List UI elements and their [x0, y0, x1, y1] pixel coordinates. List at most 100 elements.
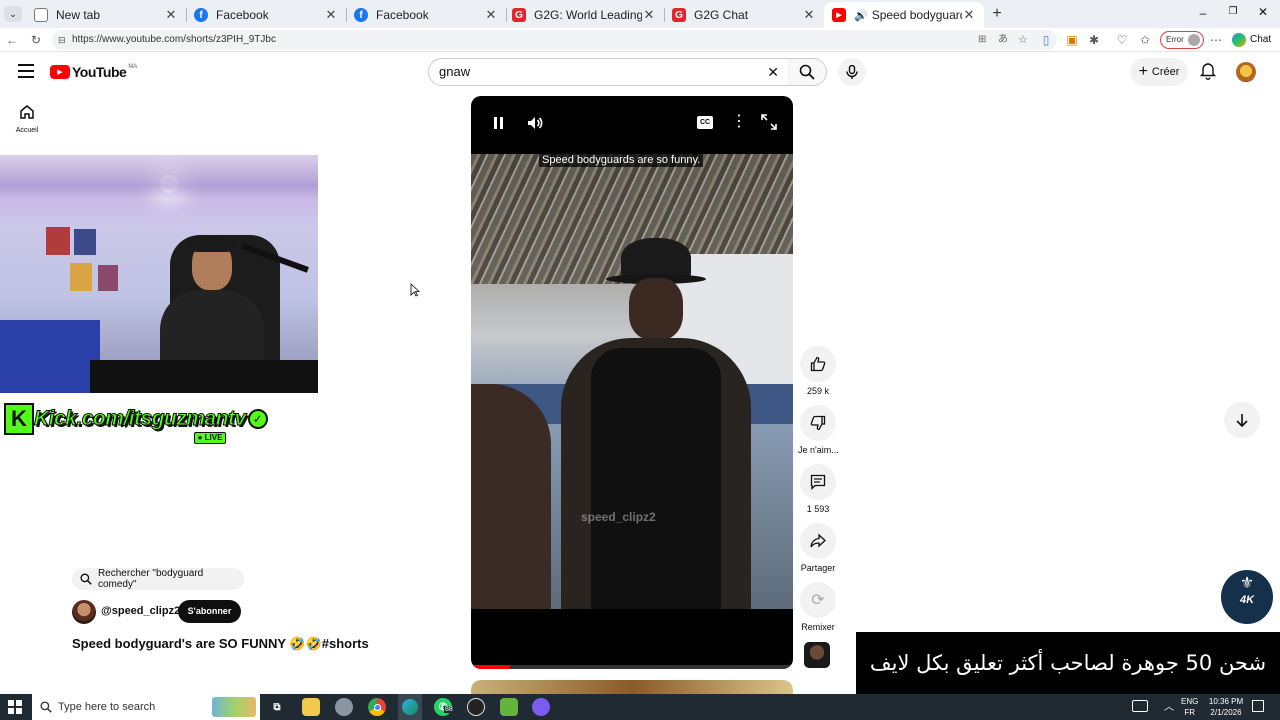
dislike-action[interactable]: Je n'aim...: [798, 405, 839, 455]
ceiling-molding: [0, 155, 318, 199]
shorts-video-player[interactable]: speed_clipz2 Speed bodyguards are so fun…: [471, 96, 793, 669]
subscribe-button[interactable]: S'abonner: [178, 600, 241, 623]
app-available-icon[interactable]: ⊞: [978, 30, 986, 50]
remix-button[interactable]: ⟳: [800, 582, 836, 618]
chrome-icon[interactable]: [368, 698, 386, 716]
channel-name[interactable]: @speed_clipz2: [101, 605, 180, 617]
cc-icon: CC: [699, 119, 711, 126]
menu-icon[interactable]: [18, 64, 34, 78]
browser-toolbar: ← ↻ ⊟ https://www.youtube.com/shorts/z3P…: [0, 28, 1280, 52]
extension-bag-icon[interactable]: ▣: [1064, 32, 1080, 48]
favorites-icon[interactable]: ✩: [1137, 32, 1153, 48]
start-button[interactable]: [8, 700, 22, 714]
extension-doc-icon[interactable]: ▯: [1038, 32, 1054, 48]
close-icon[interactable]: ✕: [962, 7, 976, 23]
clear-search-icon[interactable]: ✕: [767, 59, 779, 85]
comments-button[interactable]: [800, 464, 836, 500]
account-avatar[interactable]: [1236, 62, 1256, 82]
fullscreen-button[interactable]: [761, 114, 777, 130]
youtube-logo[interactable]: ▶ YouTube MA: [50, 64, 137, 80]
app-green-icon[interactable]: [500, 698, 518, 716]
copilot-chat-button[interactable]: Chat: [1232, 32, 1271, 48]
tab-g2g-market[interactable]: G G2G: World Leading Digital Marke ✕: [504, 2, 664, 28]
tab-title: Facebook: [376, 8, 429, 22]
facebook-icon: f: [194, 8, 208, 22]
discord-icon[interactable]: [532, 698, 550, 716]
create-button[interactable]: + Créer: [1130, 58, 1188, 86]
volume-button[interactable]: [526, 114, 544, 132]
search-input[interactable]: gnaw ✕: [428, 58, 788, 86]
pause-button[interactable]: [489, 114, 507, 132]
more-menu-icon[interactable]: ⋯: [1208, 32, 1224, 48]
wall-posters: [46, 227, 122, 293]
restore-button[interactable]: ❐: [1226, 6, 1240, 20]
translate-icon[interactable]: あ: [998, 30, 1008, 50]
search-suggestion-chip[interactable]: Rechercher "bodyguard comedy": [72, 568, 244, 590]
player-more-button[interactable]: ⋮: [731, 114, 747, 132]
volume-icon: [528, 117, 543, 129]
home-icon: [20, 105, 34, 119]
language-indicator[interactable]: ENG FR: [1181, 696, 1198, 718]
region-code: MA: [128, 64, 138, 70]
taskbar-search-box[interactable]: Type here to search: [32, 694, 260, 720]
site-info-icon[interactable]: ⊟: [58, 30, 66, 50]
close-icon[interactable]: ✕: [324, 7, 338, 23]
comments-action[interactable]: 1 593: [798, 464, 838, 514]
edge-icon[interactable]: [398, 694, 422, 720]
notifications-icon[interactable]: [1252, 700, 1264, 712]
remix-label: Remixer: [801, 622, 835, 632]
share-action[interactable]: Partager: [798, 523, 838, 573]
share-label: Partager: [800, 563, 836, 573]
back-icon[interactable]: ←: [4, 32, 20, 48]
reload-icon[interactable]: ↻: [28, 32, 44, 48]
foreground-figure: [471, 384, 551, 609]
minimize-button[interactable]: –: [1196, 6, 1210, 20]
browser-essentials-icon[interactable]: ♡: [1114, 32, 1130, 48]
tab-list-dropdown-button[interactable]: ⌄: [4, 6, 22, 22]
tab-g2g-chat[interactable]: G G2G Chat ✕: [664, 2, 824, 28]
voice-search-button[interactable]: [838, 58, 866, 86]
close-icon[interactable]: ✕: [802, 7, 816, 23]
app-icon[interactable]: [335, 698, 353, 716]
next-short-button[interactable]: [1224, 402, 1260, 438]
remix-action[interactable]: ⟳ Remixer: [798, 582, 838, 632]
search-icon: [799, 64, 815, 80]
close-icon[interactable]: ✕: [484, 7, 498, 23]
new-tab-button[interactable]: +: [988, 5, 1006, 23]
extensions-puzzle-icon[interactable]: ✱: [1086, 32, 1102, 48]
channel-avatar[interactable]: [72, 600, 96, 624]
next-short-preview[interactable]: [471, 680, 793, 694]
newtab-icon: [34, 8, 48, 22]
speaker-icon[interactable]: 🔊: [854, 9, 868, 22]
clock[interactable]: 10:36 PM 2/1/2026: [1206, 696, 1246, 718]
tab-facebook-1[interactable]: f Facebook ✕: [186, 2, 346, 28]
tray-chevron-up-icon[interactable]: ︿: [1164, 698, 1174, 713]
close-window-button[interactable]: ✕: [1256, 5, 1270, 19]
search-button[interactable]: [787, 58, 827, 86]
favorite-star-icon[interactable]: ☆: [1018, 30, 1028, 50]
captions-button[interactable]: CC: [697, 116, 713, 129]
chat-label: Chat: [1250, 34, 1272, 45]
tab-youtube-short[interactable]: ▶ 🔊 Speed bodyguard's are SO FU ✕: [824, 2, 984, 28]
file-explorer-icon[interactable]: [302, 698, 320, 716]
notifications-bell-icon[interactable]: [1199, 62, 1217, 80]
close-icon[interactable]: ✕: [642, 7, 656, 23]
dislike-button[interactable]: [800, 405, 836, 441]
profile-error-button[interactable]: Error: [1160, 31, 1204, 49]
progress-track[interactable]: [471, 665, 793, 669]
tab-facebook-2[interactable]: f Facebook ✕: [346, 2, 506, 28]
tab-new-tab[interactable]: New tab ✕: [26, 2, 186, 28]
nav-home[interactable]: Accueil: [10, 104, 44, 134]
keyboard-icon[interactable]: [1132, 700, 1148, 712]
address-bar[interactable]: ⊟ https://www.youtube.com/shorts/z3PIH_9…: [52, 30, 1057, 50]
share-button[interactable]: [800, 523, 836, 559]
obs-icon[interactable]: [467, 698, 485, 716]
like-button[interactable]: [800, 346, 836, 382]
task-view-icon[interactable]: ⧉: [268, 698, 286, 716]
like-action[interactable]: 259 k: [798, 346, 838, 396]
youtube-play-icon: ▶: [50, 65, 70, 79]
copilot-icon: [1232, 33, 1246, 47]
bodyguard-figure: [551, 238, 751, 609]
sound-source-thumbnail[interactable]: [804, 642, 830, 668]
close-icon[interactable]: ✕: [164, 7, 178, 23]
